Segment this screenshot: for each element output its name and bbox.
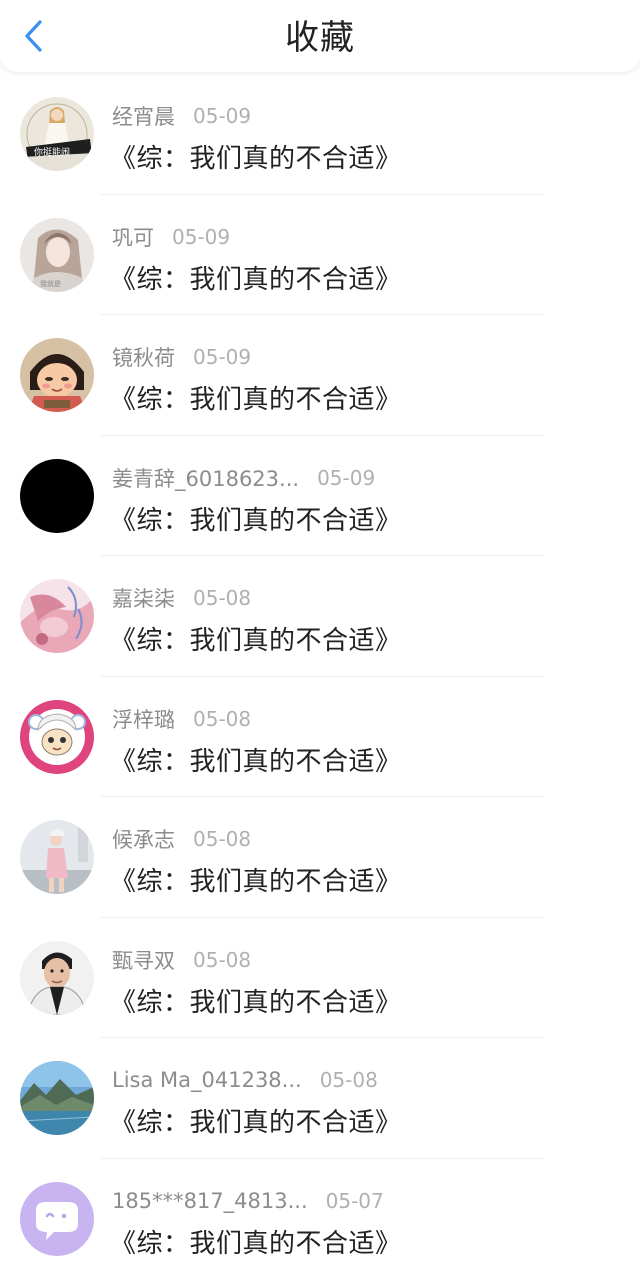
- item-meta: 浮梓璐 05-08: [112, 704, 251, 734]
- list-item[interactable]: Lisa Ma_041238... 05-08 《综：我们真的不合适》: [0, 1038, 640, 1159]
- book-title[interactable]: 《综：我们真的不合适》: [110, 741, 402, 778]
- item-date: 05-08: [193, 947, 252, 972]
- item-date: 05-09: [193, 345, 252, 369]
- item-date: 05-09: [172, 224, 231, 249]
- item-meta: 嘉柒柒 05-08: [112, 583, 251, 613]
- user-name[interactable]: 甄寻双: [112, 945, 175, 975]
- avatar-pink-illustration[interactable]: [20, 579, 94, 653]
- item-meta: Lisa Ma_041238... 05-08: [112, 1065, 378, 1095]
- item-meta: 巩可 05-09: [112, 222, 230, 252]
- list-item[interactable]: 镜秋荷 05-09 《综：我们真的不合适》: [0, 315, 640, 436]
- list-item[interactable]: 185***817_4813... 05-07 《综：我们真的不合适》: [0, 1159, 640, 1280]
- favorites-list: 你挺能闹 经宵晨 05-09 《综：我们真的不合适》 我就是 巩可 05-09 …: [0, 74, 640, 1279]
- item-meta: 镜秋荷 05-09: [112, 342, 251, 372]
- avatar-sheep-cartoon[interactable]: [20, 699, 94, 774]
- item-date: 05-09: [193, 104, 252, 128]
- avatar-black-circle[interactable]: [20, 458, 94, 533]
- avatar-landscape-lake[interactable]: [20, 1061, 94, 1135]
- user-name[interactable]: 嘉柒柒: [112, 583, 175, 613]
- list-item[interactable]: 浮梓璐 05-08 《综：我们真的不合适》: [0, 677, 640, 797]
- book-title[interactable]: 《综：我们真的不合适》: [110, 259, 402, 296]
- list-item[interactable]: 你挺能闹 经宵晨 05-09 《综：我们真的不合适》: [0, 74, 640, 195]
- list-item[interactable]: 我就是 巩可 05-09 《综：我们真的不合适》: [0, 195, 640, 315]
- item-meta: 甄寻双 05-08: [112, 945, 251, 975]
- svg-text:我就是: 我就是: [40, 279, 61, 288]
- item-date: 05-08: [193, 706, 252, 731]
- book-title[interactable]: 《综：我们真的不合适》: [110, 138, 402, 175]
- user-name[interactable]: 姜青辞_6018623...: [112, 463, 299, 493]
- list-item[interactable]: 候承志 05-08 《综：我们真的不合适》: [0, 797, 640, 918]
- user-name[interactable]: 镜秋荷: [112, 342, 175, 372]
- item-meta: 经宵晨 05-09: [112, 101, 251, 131]
- user-name[interactable]: 浮梓璐: [112, 704, 175, 734]
- user-name[interactable]: 巩可: [112, 222, 154, 252]
- item-meta: 候承志 05-08: [112, 824, 251, 854]
- item-date: 05-08: [193, 586, 252, 610]
- avatar-default-purple-chat[interactable]: [20, 1181, 94, 1256]
- top-bar: 收藏: [0, 0, 640, 72]
- item-date: 05-08: [193, 827, 252, 851]
- avatar-photo-girl-white-dress[interactable]: 你挺能闹: [20, 97, 94, 171]
- list-item[interactable]: 姜青辞_6018623... 05-09 《综：我们真的不合适》: [0, 436, 640, 556]
- book-title[interactable]: 《综：我们真的不合适》: [110, 379, 402, 416]
- book-title[interactable]: 《综：我们真的不合适》: [110, 1102, 402, 1139]
- book-title[interactable]: 《综：我们真的不合适》: [110, 500, 402, 537]
- list-item[interactable]: 嘉柒柒 05-08 《综：我们真的不合适》: [0, 556, 640, 677]
- book-title[interactable]: 《综：我们真的不合适》: [110, 982, 402, 1019]
- item-date: 05-08: [319, 1068, 378, 1092]
- item-meta: 姜青辞_6018623... 05-09: [112, 463, 375, 493]
- user-name[interactable]: 经宵晨: [112, 101, 175, 131]
- item-meta: 185***817_4813... 05-07: [112, 1186, 384, 1216]
- item-date: 05-09: [317, 465, 376, 490]
- list-item[interactable]: 甄寻双 05-08 《综：我们真的不合适》: [0, 918, 640, 1038]
- avatar-photo-girl-hair[interactable]: 我就是: [20, 217, 94, 292]
- svg-text:你挺能闹: 你挺能闹: [34, 146, 70, 158]
- avatar-photo-man[interactable]: [20, 940, 94, 1015]
- avatar-cartoon-girl[interactable]: [20, 338, 94, 412]
- avatar-photo-girl-pink[interactable]: [20, 820, 94, 894]
- book-title[interactable]: 《综：我们真的不合适》: [110, 620, 402, 657]
- user-name[interactable]: 185***817_4813...: [112, 1189, 308, 1213]
- user-name[interactable]: 候承志: [112, 824, 175, 854]
- book-title[interactable]: 《综：我们真的不合适》: [110, 1223, 402, 1260]
- user-name[interactable]: Lisa Ma_041238...: [112, 1068, 302, 1092]
- book-title[interactable]: 《综：我们真的不合适》: [110, 861, 402, 898]
- item-date: 05-07: [325, 1188, 384, 1213]
- page-title: 收藏: [285, 18, 355, 58]
